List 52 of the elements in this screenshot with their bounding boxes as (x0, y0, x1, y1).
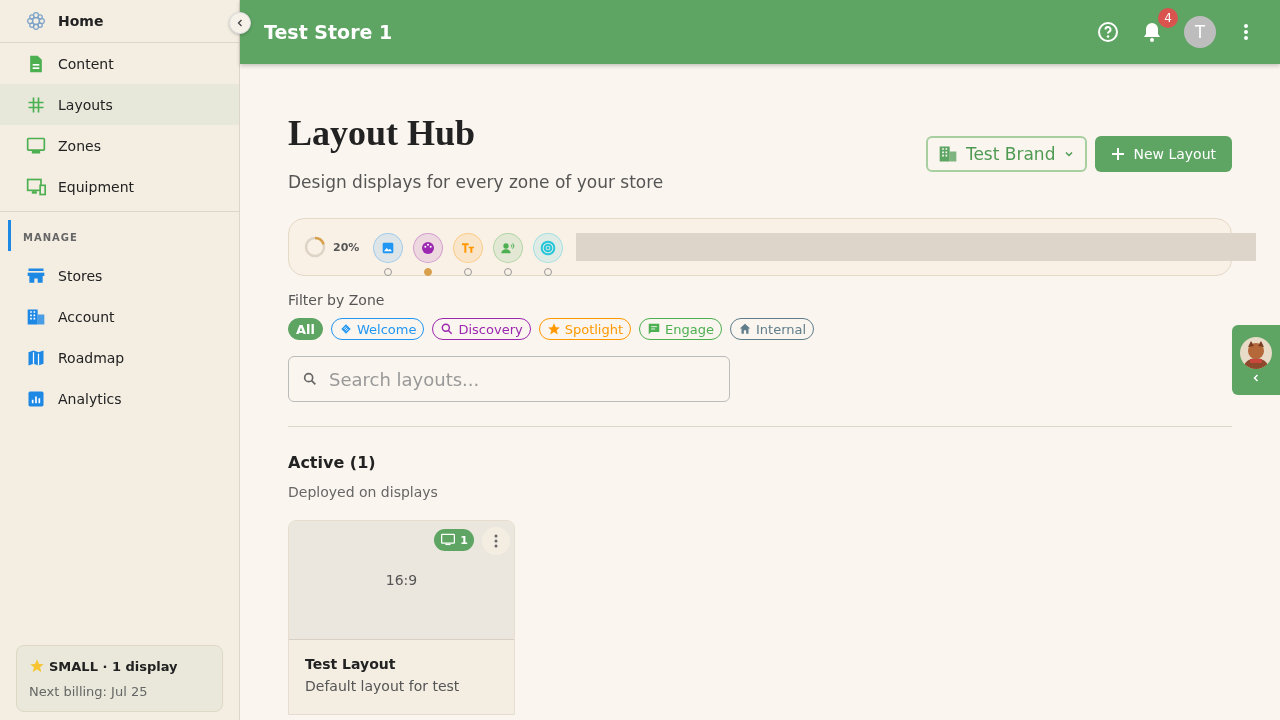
search-icon (302, 371, 318, 387)
progress-reading: 20% (333, 240, 360, 254)
sidebar-item[interactable]: Layouts (0, 84, 239, 125)
search-icon (440, 322, 455, 336)
filter-label: Filter by Zone (288, 292, 386, 308)
section-subtitle: Deployed on displays (288, 484, 439, 500)
plus-icon (1111, 147, 1126, 161)
more-icon (494, 534, 498, 548)
monitor-phone-icon (26, 176, 46, 197)
star-icon (546, 322, 561, 336)
plan-title: SMALL · 1 display (49, 658, 178, 674)
star-icon (29, 658, 45, 674)
section-label: MANAGE (8, 220, 239, 251)
page-subtitle: Design displays for every zone of your store (288, 172, 664, 192)
billing-text: Next billing: Jul 25 (29, 684, 149, 699)
logo-icon (26, 11, 46, 31)
sidebar-item[interactable]: Equipment (0, 166, 239, 207)
house-icon (738, 322, 752, 336)
chat-icon (647, 322, 662, 336)
aspect-ratio: 16:9 (385, 572, 418, 588)
store-title: Test Store 1 (264, 21, 394, 43)
sidebar-item[interactable]: Analytics (0, 378, 239, 419)
sidebar-item[interactable]: Content (0, 43, 239, 84)
layout-description: Default layout for test (305, 678, 461, 694)
layout-card[interactable]: 16:9 1 Test Layout Default layout for test (288, 520, 515, 715)
sidebar-item[interactable]: Stores (0, 255, 239, 296)
building-icon (937, 144, 958, 164)
chevron-left-icon (1251, 373, 1261, 383)
section-title: Active (1) (288, 453, 377, 472)
step-button[interactable] (373, 232, 404, 263)
more-icon (1244, 24, 1248, 40)
card-menu-button[interactable] (482, 527, 510, 555)
display-count: 1 (460, 533, 468, 547)
assistant-tab[interactable] (1232, 325, 1280, 395)
notification-count: 4 (1158, 8, 1178, 28)
help-icon (1096, 20, 1120, 44)
search-field[interactable]: Search layouts... (288, 356, 730, 402)
layout-title: Test Layout (305, 656, 397, 672)
chevron-left-icon (235, 18, 245, 28)
monitor-icon (26, 135, 46, 156)
step-button[interactable] (413, 232, 444, 263)
sidebar-item[interactable]: Zones (0, 125, 239, 166)
collapse-button[interactable] (229, 12, 251, 34)
sidebar-item[interactable]: Account (0, 296, 239, 337)
help-button[interactable] (1096, 20, 1120, 44)
progress-ring (303, 235, 327, 259)
monitor-icon (440, 533, 457, 547)
sidebar-item[interactable]: Roadmap (0, 337, 239, 378)
home-link[interactable]: Home (58, 13, 104, 29)
page-title: Layout Hub (288, 112, 477, 154)
step-button[interactable] (493, 232, 524, 263)
diamond-icon (339, 322, 353, 336)
